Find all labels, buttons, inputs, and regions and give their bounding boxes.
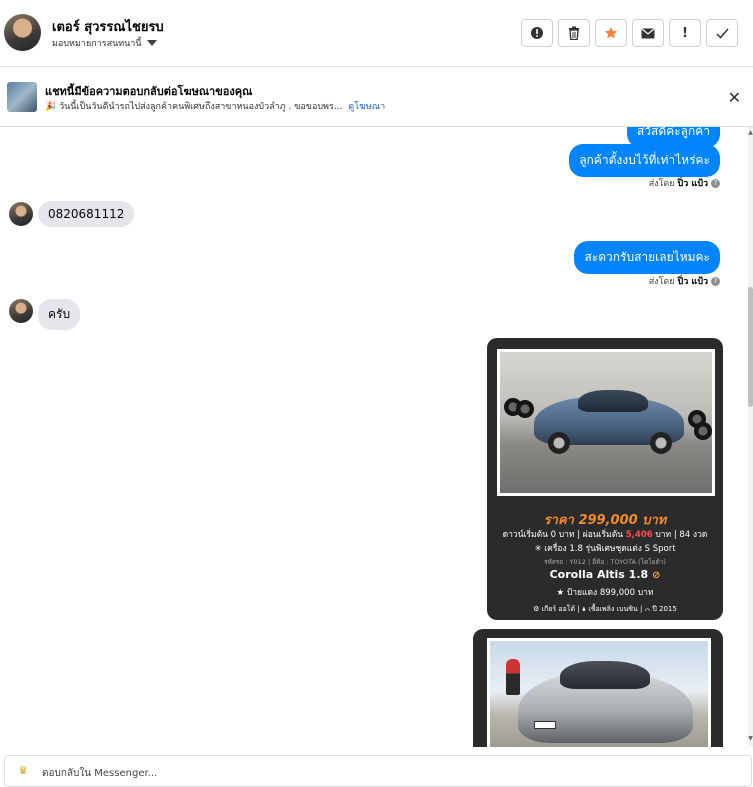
reply-placeholder[interactable]: ตอบกลับใน Messenger... [42, 766, 157, 781]
conversation-header: เตอร์ สุวรรณไชยรบ มอบหมายการสนทนานี้ ! [0, 0, 753, 67]
car-specs-footer: ⚙ เกียร์ ออโต้ | 🌢 เชื้อเพลิง เบนซิน | ⌒… [533, 605, 677, 613]
message-list[interactable]: สวัสดีค่ะลูกค้า ลูกค้าตั้งงบไว้ที่เท่าไห… [0, 127, 748, 747]
help-icon[interactable]: ? [711, 276, 720, 286]
star-icon [605, 27, 617, 39]
sent-by-label: ส่งโดย ปิ่ว แป้ว ? [649, 274, 720, 288]
sent-by-prefix: ส่งโดย [648, 179, 675, 189]
car-model-name: Corolla Altis 1.8 [549, 568, 649, 581]
assign-dropdown[interactable]: มอบหมายการสนทนานี้ [52, 36, 157, 50]
page-logo-icon: ♛ [18, 764, 28, 777]
monthly-payment: 5,406 [625, 530, 653, 540]
contact-avatar-small [9, 202, 33, 226]
scroll-down-arrow[interactable]: ▼ [748, 735, 753, 742]
outgoing-message: ลูกค้าตั้งงบไว้ที่เท่าไหร่คะ [569, 144, 720, 177]
incoming-message: 0820681112 [38, 201, 135, 227]
close-banner-button[interactable]: ✕ [728, 88, 741, 107]
sent-by-prefix: ส่งโดย [648, 277, 675, 287]
ad-description-text: 🎉 วันนี้เป็นวันดีนำรถไปส่งลูกค้าคนพิเศษถ… [45, 102, 343, 112]
outgoing-message: สะดวกรับสายเลยไหมคะ [574, 241, 720, 274]
engine-line: ✳ เครื่อง 1.8 รุ่นพิเศษชุดแต่ง S Sport [534, 544, 676, 554]
ad-reply-banner: แชทนี้มีข้อความตอบกลับต่อโฆษณาของคุณ 🎉 ว… [0, 68, 753, 127]
envelope-icon [641, 28, 655, 38]
garage-scene [500, 352, 712, 493]
car-cabin [560, 661, 650, 689]
header-actions: ! [521, 19, 738, 47]
star-button[interactable] [595, 19, 627, 47]
alert-circle-icon [531, 27, 543, 39]
tyre-stack [694, 422, 712, 440]
flag-button[interactable]: ! [669, 19, 701, 47]
car-photo [497, 349, 715, 496]
license-plate [534, 721, 556, 729]
ad-banner-description: 🎉 วันนี้เป็นวันดีนำรถไปส่งลูกค้าคนพิเศษถ… [45, 99, 385, 113]
car-cabin [578, 390, 648, 412]
mark-done-button[interactable] [706, 19, 738, 47]
verified-icon: ⊘ [652, 570, 661, 581]
car-photo [487, 638, 711, 747]
ad-thumbnail [7, 82, 37, 112]
conversation-view: เตอร์ สุวรรณไชยรบ มอบหมายการสนทนานี้ ! แ… [0, 0, 753, 787]
car-model: Corolla Altis 1.8 ⊘ [487, 568, 723, 581]
view-ad-link[interactable]: ดูโฆษณา [348, 102, 385, 112]
sent-by-label: ส่งโดย ปิ่ว แป้ว ? [649, 176, 720, 190]
trash-icon [569, 26, 579, 40]
car-wheel [650, 432, 672, 454]
car-listing-image[interactable]: ราคา 299,000 บาท ดาวน์เริ่มต้น 0 บาท | ผ… [487, 338, 723, 620]
car-wheel [548, 432, 570, 454]
assign-label: มอบหมายการสนทนานี้ [52, 39, 142, 49]
message-scrollbar[interactable]: ▲ ▼ [748, 127, 753, 747]
tyre-stack [516, 400, 534, 418]
incoming-message: ครับ [38, 299, 81, 330]
ad-banner-title: แชทนี้มีข้อความตอบกลับต่อโฆษณาของคุณ [45, 85, 253, 98]
car-code-line: รหัสรถ : Y012 | ยี่ห้อ : TOYOTA (โตโยต้า… [544, 558, 666, 566]
contact-avatar[interactable] [4, 14, 41, 51]
check-icon [715, 28, 729, 39]
contact-name[interactable]: เตอร์ สุวรรณไชยรบ [52, 16, 164, 37]
mark-spam-button[interactable] [521, 19, 553, 47]
contact-avatar-small [9, 299, 33, 323]
car-listing-image[interactable] [473, 629, 723, 747]
financing-text-b: บาท | 84 งวด [652, 530, 708, 540]
close-icon: ✕ [727, 88, 741, 107]
person-figure [506, 659, 520, 695]
sender-name: ปิ่ว แป้ว [677, 179, 708, 189]
financing-line: ดาวน์เริ่มต้น 0 บาท | ผ่อนเริ่มต้น 5,406… [487, 527, 723, 541]
caret-down-icon [146, 40, 157, 46]
help-icon[interactable]: ? [711, 178, 720, 188]
scrollbar-thumb[interactable] [748, 287, 753, 407]
exclamation-icon: ! [682, 25, 688, 41]
outdoor-scene [490, 641, 708, 747]
plate-line: ★ ป้ายแดง 899,000 บาท [556, 588, 654, 598]
reply-box[interactable]: ♛ ตอบกลับใน Messenger... [4, 755, 752, 787]
delete-button[interactable] [558, 19, 590, 47]
sender-name: ปิ่ว แป้ว [677, 277, 708, 287]
financing-text-a: ดาวน์เริ่มต้น 0 บาท | ผ่อนเริ่มต้น [502, 530, 626, 540]
scroll-up-arrow[interactable]: ▲ [748, 129, 753, 136]
mark-unread-button[interactable] [632, 19, 664, 47]
